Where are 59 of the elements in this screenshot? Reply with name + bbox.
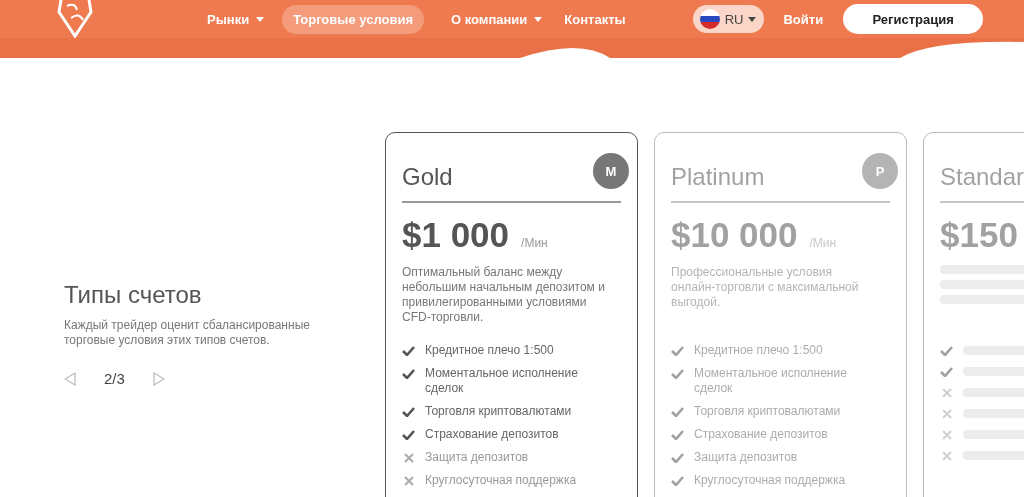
login-link[interactable]: Войти: [783, 11, 824, 27]
card-title: Standar: [940, 163, 1024, 191]
nav-link[interactable]: О компании: [440, 4, 554, 34]
caret-icon: [748, 16, 757, 22]
next-icon[interactable]: [152, 371, 165, 386]
check-icon: [671, 407, 684, 417]
section-title: Типы счетов: [64, 281, 203, 309]
price-unit: /Мин: [809, 236, 837, 250]
feature-text: Моментальное исполнение сделок: [425, 366, 579, 396]
nav-link[interactable]: Торговые условия: [282, 4, 424, 34]
feature-text: Кредитное плечо 1:500: [425, 343, 554, 358]
check-icon: [402, 346, 415, 356]
card-description: Профессиональные условия онлайн-торговли с максимальной выгодой.: [671, 265, 860, 311]
flag-icon: [699, 9, 720, 29]
price-amount: $10 000: [671, 215, 798, 255]
check-icon: [940, 346, 953, 356]
feature-text: Защита депозитов: [694, 450, 798, 465]
previous-icon[interactable]: [64, 371, 76, 386]
nav-link[interactable]: Контакты: [553, 4, 637, 34]
register-button[interactable]: Регистрация: [843, 4, 984, 34]
check-icon: [402, 407, 415, 417]
feature-text: Кредитное плечо 1:500: [694, 343, 823, 358]
avatar-badge: M: [593, 153, 629, 189]
check-icon: [671, 453, 684, 463]
feature-text: Страхование депозитов: [694, 427, 828, 442]
feature-text: Моментальное исполнение сделок: [694, 366, 848, 396]
avatar-badge: P: [862, 153, 898, 189]
check-icon: [671, 346, 684, 356]
logo-icon[interactable]: [55, 0, 95, 38]
cross-icon: [941, 430, 952, 440]
language-selector[interactable]: RU: [692, 5, 765, 33]
price-amount: $150: [940, 215, 1018, 255]
check-icon: [671, 476, 684, 486]
card-description: Оптимальный баланс между небольшим начальным депозитом и привилегированными условиями CFD-торговли.: [402, 265, 606, 325]
feature-text: Торговля криптовалютами: [425, 404, 572, 419]
check-icon: [671, 369, 684, 379]
cross-icon: [403, 453, 414, 463]
cross-icon: [941, 388, 952, 398]
price-amount: $1 000: [402, 215, 510, 255]
caret-icon: [534, 16, 543, 22]
feature-text: Торговля криптовалютами: [694, 404, 841, 419]
feature-text: Круглосуточная поддержка: [694, 473, 846, 488]
card-title: Gold: [402, 163, 453, 191]
cross-icon: [941, 409, 952, 419]
feature-text: Круглосуточная поддержка: [425, 473, 577, 488]
pager-text: 2/3: [104, 370, 125, 387]
section-subtitle: Каждый трейдер оценит сбалансированные торговые условия этих типов счетов.: [64, 318, 311, 348]
card-title: Platinum: [671, 163, 765, 191]
check-icon: [402, 369, 415, 379]
nav-link[interactable]: Рынки: [196, 4, 276, 34]
feature-text: Страхование депозитов: [425, 427, 559, 442]
feature-text: Защита депозитов: [425, 450, 529, 465]
caret-icon: [256, 16, 265, 22]
check-icon: [402, 430, 415, 440]
check-icon: [671, 430, 684, 440]
cross-icon: [403, 476, 414, 486]
check-icon: [940, 367, 953, 377]
price-unit: /Мин: [521, 236, 548, 250]
cross-icon: [941, 451, 952, 461]
